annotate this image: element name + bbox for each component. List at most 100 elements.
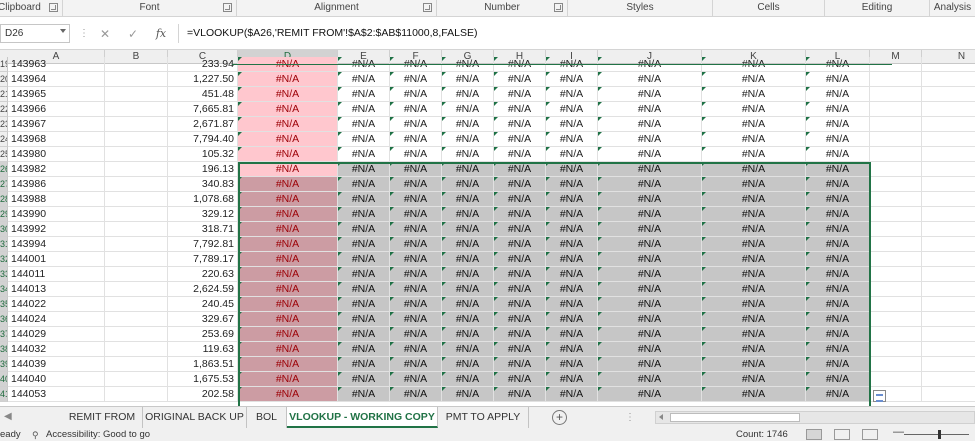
cell-lookup-result[interactable]: #N/A	[702, 372, 806, 387]
spreadsheet-grid[interactable]: ABCDEFGHIJKLMN 19143963233.94#N/A#N/A#N/…	[0, 50, 975, 406]
cell-lookup-result[interactable]: #N/A	[238, 87, 338, 102]
cell-lookup-result[interactable]: #N/A	[702, 222, 806, 237]
cell-empty[interactable]	[922, 357, 975, 372]
cell-amount[interactable]: 329.67	[168, 312, 238, 327]
cell-lookup-result[interactable]: #N/A	[238, 222, 338, 237]
cell-lookup-result[interactable]: #N/A	[494, 192, 546, 207]
cell-lookup-result[interactable]: #N/A	[546, 207, 598, 222]
sheet-tab[interactable]: VLOOKUP - WORKING COPY	[287, 407, 438, 428]
cell-lookup-result[interactable]: #N/A	[238, 207, 338, 222]
cell-lookup-result[interactable]: #N/A	[598, 252, 702, 267]
cell-empty[interactable]	[870, 282, 922, 297]
cell-lookup-result[interactable]: #N/A	[338, 342, 390, 357]
cell-lookup-result[interactable]: #N/A	[494, 162, 546, 177]
cell-invoice-number[interactable]: 143982	[8, 162, 105, 177]
cell-lookup-result[interactable]: #N/A	[390, 132, 442, 147]
cell-empty[interactable]	[870, 222, 922, 237]
cell-lookup-result[interactable]: #N/A	[390, 312, 442, 327]
cell-lookup-result[interactable]: #N/A	[494, 237, 546, 252]
cell-invoice-number[interactable]: 144024	[8, 312, 105, 327]
cell-lookup-result[interactable]: #N/A	[702, 72, 806, 87]
cell-empty[interactable]	[105, 267, 168, 282]
cell-lookup-result[interactable]: #N/A	[390, 297, 442, 312]
cell-lookup-result[interactable]: #N/A	[494, 102, 546, 117]
row-header[interactable]: 26	[0, 162, 8, 177]
cell-lookup-result[interactable]: #N/A	[442, 357, 494, 372]
cell-lookup-result[interactable]: #N/A	[546, 102, 598, 117]
cell-lookup-result[interactable]: #N/A	[442, 297, 494, 312]
insert-function-button[interactable]: fx	[152, 26, 170, 42]
sheet-tab[interactable]: BOL	[247, 407, 287, 428]
row-header[interactable]: 22	[0, 102, 8, 117]
cell-lookup-result[interactable]: #N/A	[338, 297, 390, 312]
cell-lookup-result[interactable]: #N/A	[338, 237, 390, 252]
cell-lookup-result[interactable]: #N/A	[546, 192, 598, 207]
cell-lookup-result[interactable]: #N/A	[806, 177, 870, 192]
cell-empty[interactable]	[922, 162, 975, 177]
cell-empty[interactable]	[105, 237, 168, 252]
cell-lookup-result[interactable]: #N/A	[702, 162, 806, 177]
cell-amount[interactable]: 202.58	[168, 387, 238, 402]
cell-empty[interactable]	[922, 57, 975, 72]
cell-empty[interactable]	[922, 342, 975, 357]
cell-lookup-result[interactable]: #N/A	[442, 327, 494, 342]
cell-empty[interactable]	[922, 252, 975, 267]
formula-input[interactable]: =VLOOKUP($A26,'REMIT FROM'!$A$2:$AB$1100…	[178, 24, 975, 43]
cell-lookup-result[interactable]: #N/A	[598, 132, 702, 147]
cell-empty[interactable]	[922, 222, 975, 237]
cell-amount[interactable]: 7,665.81	[168, 102, 238, 117]
cell-amount[interactable]: 253.69	[168, 327, 238, 342]
cell-lookup-result[interactable]: #N/A	[442, 192, 494, 207]
cell-lookup-result[interactable]: #N/A	[390, 282, 442, 297]
cell-empty[interactable]	[870, 147, 922, 162]
cell-lookup-result[interactable]: #N/A	[494, 132, 546, 147]
row-header[interactable]: 32	[0, 252, 8, 267]
cell-lookup-result[interactable]: #N/A	[238, 117, 338, 132]
cell-lookup-result[interactable]: #N/A	[442, 72, 494, 87]
cell-empty[interactable]	[105, 87, 168, 102]
cell-empty[interactable]	[922, 177, 975, 192]
cell-invoice-number[interactable]: 144001	[8, 252, 105, 267]
cell-lookup-result[interactable]: #N/A	[390, 327, 442, 342]
page-layout-view-icon[interactable]	[834, 429, 850, 440]
cell-lookup-result[interactable]: #N/A	[390, 192, 442, 207]
cell-lookup-result[interactable]: #N/A	[806, 372, 870, 387]
tab-scroll-left-icon[interactable]: ◀	[4, 411, 12, 422]
cell-empty[interactable]	[922, 387, 975, 402]
cell-lookup-result[interactable]: #N/A	[338, 267, 390, 282]
cell-lookup-result[interactable]: #N/A	[390, 342, 442, 357]
row-header[interactable]: 34	[0, 282, 8, 297]
cell-invoice-number[interactable]: 143986	[8, 177, 105, 192]
cell-lookup-result[interactable]: #N/A	[442, 252, 494, 267]
row-header[interactable]: 28	[0, 192, 8, 207]
cell-empty[interactable]	[105, 177, 168, 192]
cell-lookup-result[interactable]: #N/A	[494, 177, 546, 192]
cell-lookup-result[interactable]: #N/A	[494, 297, 546, 312]
cell-invoice-number[interactable]: 143968	[8, 132, 105, 147]
cell-lookup-result[interactable]: #N/A	[702, 132, 806, 147]
cell-lookup-result[interactable]: #N/A	[702, 237, 806, 252]
cell-amount[interactable]: 2,624.59	[168, 282, 238, 297]
cell-empty[interactable]	[105, 282, 168, 297]
cell-empty[interactable]	[922, 312, 975, 327]
zoom-slider[interactable]	[904, 434, 969, 435]
cell-lookup-result[interactable]: #N/A	[806, 357, 870, 372]
row-header[interactable]: 36	[0, 312, 8, 327]
cell-amount[interactable]: 220.63	[168, 267, 238, 282]
cell-invoice-number[interactable]: 143994	[8, 237, 105, 252]
cell-lookup-result[interactable]: #N/A	[238, 327, 338, 342]
cell-empty[interactable]	[105, 57, 168, 72]
zoom-out-button[interactable]: —	[893, 426, 904, 438]
cell-lookup-result[interactable]: #N/A	[806, 102, 870, 117]
cell-empty[interactable]	[870, 342, 922, 357]
cell-lookup-result[interactable]: #N/A	[598, 87, 702, 102]
cell-invoice-number[interactable]: 143964	[8, 72, 105, 87]
quick-analysis-icon[interactable]	[873, 390, 886, 402]
cell-empty[interactable]	[870, 117, 922, 132]
cell-invoice-number[interactable]: 143980	[8, 147, 105, 162]
cell-lookup-result[interactable]: #N/A	[338, 117, 390, 132]
cell-lookup-result[interactable]: #N/A	[442, 222, 494, 237]
cell-lookup-result[interactable]: #N/A	[806, 267, 870, 282]
cell-lookup-result[interactable]: #N/A	[546, 72, 598, 87]
cell-lookup-result[interactable]: #N/A	[390, 87, 442, 102]
